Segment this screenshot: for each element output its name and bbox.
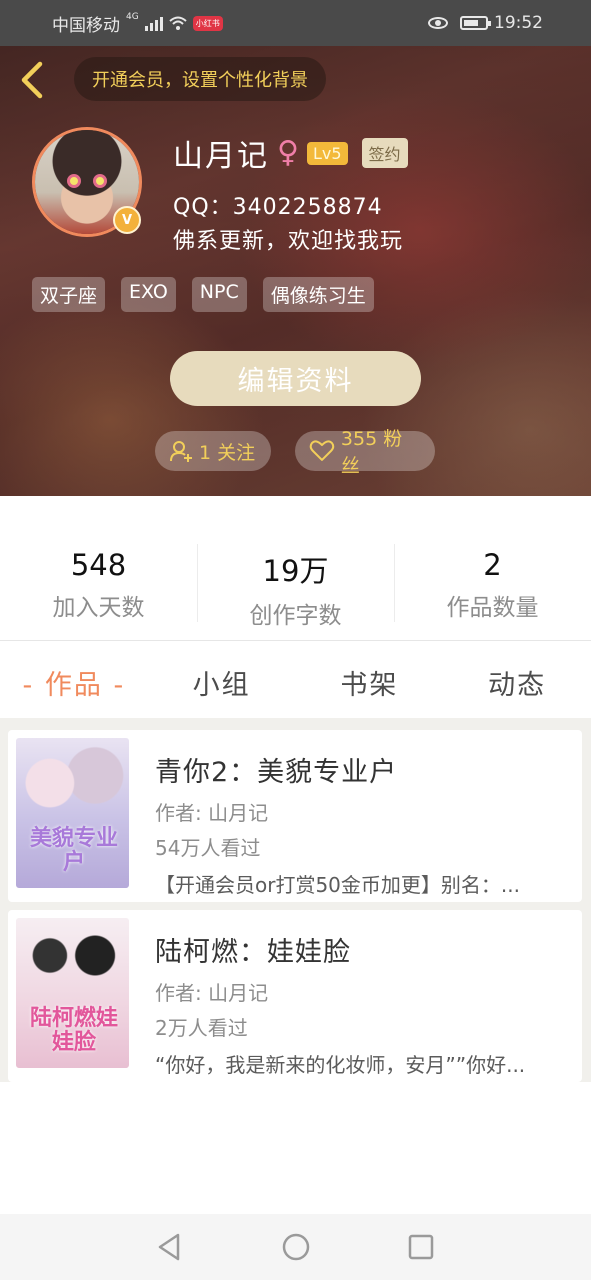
circle-home-icon[interactable] bbox=[279, 1230, 313, 1264]
status-right: 19:52 bbox=[428, 13, 543, 33]
triangle-back-icon[interactable] bbox=[152, 1230, 186, 1264]
network-type: 4G bbox=[126, 12, 139, 22]
tag[interactable]: EXO bbox=[121, 277, 176, 312]
username: 山月记 bbox=[173, 139, 269, 174]
stat-join-days: 548 加入天数 bbox=[0, 540, 197, 630]
chevron-left-icon bbox=[21, 61, 43, 99]
add-user-icon bbox=[170, 441, 192, 462]
fans-count: 355 粉丝 bbox=[340, 428, 403, 477]
battery-icon bbox=[460, 16, 491, 30]
clock: 19:52 bbox=[494, 13, 543, 33]
book-info: 青你2：美貌专业户 作者: 山月记 54万人看过 【开通会员or打赏50金币加更… bbox=[155, 750, 565, 898]
stat-word-count: 19万 创作字数 bbox=[197, 540, 394, 630]
stat-value: 548 bbox=[70, 548, 127, 582]
stat-label: 加入天数 bbox=[52, 595, 145, 621]
stat-label: 创作字数 bbox=[249, 603, 342, 629]
bio: 佛系更新，欢迎找我玩 bbox=[173, 229, 404, 254]
avatar-decoration bbox=[67, 174, 81, 188]
book-cover[interactable]: 陆柯燃娃娃脸 bbox=[16, 918, 129, 1068]
fans-button[interactable]: 355 粉丝 bbox=[295, 428, 435, 477]
avatar-decoration bbox=[93, 174, 107, 188]
stat-works-count: 2 作品数量 bbox=[394, 540, 591, 630]
status-left: 中国移动 4G 小红书 bbox=[52, 11, 223, 36]
carrier-label: 中国移动 bbox=[52, 15, 120, 36]
book-description: 【开通会员or打赏50金币加更】别名：... bbox=[155, 873, 520, 897]
app-notification-badge: 小红书 bbox=[192, 15, 223, 31]
qq-number: QQ：3402258874 bbox=[173, 195, 383, 220]
book-title[interactable]: 青你2：美貌专业户 bbox=[155, 750, 565, 789]
eye-comfort-icon bbox=[428, 17, 448, 29]
tag[interactable]: 双子座 bbox=[32, 277, 106, 312]
avatar[interactable]: V bbox=[32, 127, 142, 237]
tab-bookshelf[interactable]: 书架 bbox=[296, 663, 444, 702]
tab-works[interactable]: - 作品 - bbox=[0, 663, 148, 702]
book-card[interactable]: 陆柯燃娃娃脸 陆柯燃：娃娃脸 作者: 山月记 2万人看过 “你好，我是新来的化妆… bbox=[8, 910, 582, 1082]
tag[interactable]: 偶像练习生 bbox=[262, 277, 374, 312]
square-recent-icon[interactable] bbox=[404, 1230, 438, 1264]
signed-badge[interactable]: 签约 bbox=[361, 138, 408, 168]
cover-title: 美貌专业户 bbox=[29, 825, 118, 875]
book-views: 2万人看过 bbox=[155, 1016, 248, 1040]
heart-icon bbox=[309, 440, 335, 461]
system-nav-bar bbox=[0, 1214, 591, 1280]
cover-title: 陆柯燃娃娃脸 bbox=[29, 1005, 118, 1055]
book-author: 作者: 山月记 bbox=[155, 801, 269, 825]
edit-profile-button[interactable]: 编辑资料 bbox=[170, 351, 421, 406]
stat-value: 19万 bbox=[262, 554, 329, 588]
vip-background-banner[interactable]: 开通会员，设置个性化背景 bbox=[74, 57, 326, 101]
level-badge[interactable]: Lv5 bbox=[306, 141, 348, 165]
profile-tags: 双子座 EXO NPC 偶像练习生 bbox=[32, 277, 374, 312]
book-author: 作者: 山月记 bbox=[155, 981, 269, 1005]
book-info: 陆柯燃：娃娃脸 作者: 山月记 2万人看过 “你好，我是新来的化妆师，安月””你… bbox=[155, 930, 565, 1078]
stats-row: 548 加入天数 19万 创作字数 2 作品数量 bbox=[0, 540, 591, 630]
divider bbox=[0, 640, 591, 641]
stat-label: 作品数量 bbox=[446, 595, 539, 621]
book-title[interactable]: 陆柯燃：娃娃脸 bbox=[155, 930, 565, 969]
verified-badge: V bbox=[113, 206, 141, 234]
profile-tabs: - 作品 - 小组 书架 动态 bbox=[0, 648, 591, 716]
book-views: 54万人看过 bbox=[155, 836, 261, 860]
stat-value: 2 bbox=[483, 548, 502, 582]
book-description: “你好，我是新来的化妆师，安月””你好... bbox=[155, 1053, 526, 1077]
wifi-icon bbox=[169, 16, 187, 30]
book-cover[interactable]: 美貌专业户 bbox=[16, 738, 129, 888]
status-bar: 中国移动 4G 小红书 19:52 bbox=[0, 0, 591, 46]
book-card[interactable]: 美貌专业户 青你2：美貌专业户 作者: 山月记 54万人看过 【开通会员or打赏… bbox=[8, 730, 582, 902]
tab-activity[interactable]: 动态 bbox=[443, 663, 591, 702]
female-icon: ♀ bbox=[277, 135, 299, 170]
name-row: 山月记 ♀ Lv5 签约 bbox=[173, 131, 408, 175]
following-count: 1 关注 bbox=[199, 441, 256, 464]
following-button[interactable]: 1 关注 bbox=[155, 431, 271, 471]
tab-groups[interactable]: 小组 bbox=[148, 663, 296, 702]
signal-icon bbox=[144, 15, 163, 31]
tag[interactable]: NPC bbox=[191, 277, 247, 312]
back-button[interactable] bbox=[14, 60, 50, 100]
